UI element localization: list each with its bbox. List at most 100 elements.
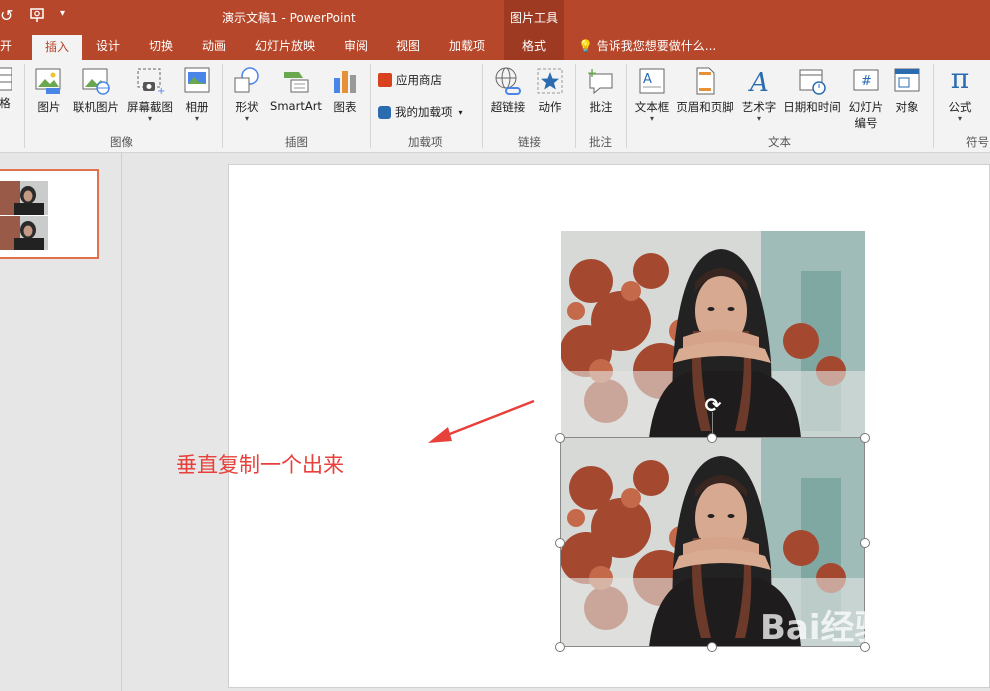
- tab-design[interactable]: 设计: [96, 34, 120, 60]
- wordart-label: 艺术字: [741, 100, 777, 114]
- tab-transitions[interactable]: 切换: [149, 34, 173, 60]
- picture-tools-label: 图片工具: [510, 11, 559, 25]
- text-group-label: 文本: [768, 135, 791, 149]
- separator: [24, 64, 25, 148]
- action-star-icon: [537, 68, 563, 94]
- resize-handle-top-left[interactable]: [555, 433, 565, 443]
- slide-thumbnail-pane: [0, 153, 122, 691]
- header-footer-label: 页眉和页脚: [676, 100, 734, 114]
- wordart-dropdown-icon: ▾: [756, 114, 761, 123]
- comments-group-label: 批注: [589, 135, 612, 149]
- pi-icon: π: [950, 62, 970, 95]
- screenshot-button[interactable]: + 屏幕截图 ▾: [124, 66, 176, 123]
- tell-me-box[interactable]: 💡 告诉我您想要做什么...: [578, 34, 716, 60]
- shapes-dropdown-icon: ▾: [244, 114, 249, 123]
- picture-icon: [35, 68, 61, 94]
- photo-album-button[interactable]: 相册 ▾: [180, 66, 214, 123]
- date-time-label: 日期和时间: [783, 100, 841, 114]
- separator: [482, 64, 483, 148]
- undo-icon[interactable]: ↺: [0, 6, 13, 26]
- tell-me-text: 告诉我您想要做什么...: [596, 39, 717, 53]
- picture-button[interactable]: 图片: [32, 66, 66, 115]
- object-button[interactable]: 对象: [890, 66, 924, 115]
- tab-addins[interactable]: 加载项: [449, 34, 485, 60]
- screenshot-label: 屏幕截图: [127, 100, 173, 114]
- ribbon-panel: 格 图片 联机图片 + 屏幕截图 ▾ 相册 ▾ 图像 形状 ▾ SmartArt…: [0, 60, 990, 153]
- table-icon: [0, 67, 12, 91]
- online-picture-button[interactable]: 联机图片: [70, 66, 122, 115]
- photo-album-icon: [184, 67, 210, 93]
- new-comment-button[interactable]: + 批注: [584, 66, 618, 115]
- tab-home[interactable]: 开始: [0, 34, 20, 77]
- separator: [933, 64, 934, 148]
- resize-handle-bottom-left[interactable]: [555, 642, 565, 652]
- smartart-button[interactable]: SmartArt: [268, 66, 324, 113]
- start-presentation-icon[interactable]: [28, 6, 46, 24]
- textbox-dropdown-icon: ▾: [649, 114, 654, 123]
- annotation-text: 垂直复制一个出来: [176, 453, 344, 477]
- resize-handle-right[interactable]: [860, 538, 870, 548]
- object-icon: [894, 68, 920, 92]
- slide-number-button[interactable]: # 幻灯片 编号: [846, 66, 886, 131]
- resize-handle-bottom[interactable]: [707, 642, 717, 652]
- addins-icon: [378, 105, 391, 119]
- svg-text:A: A: [643, 72, 652, 87]
- table-button[interactable]: 格: [0, 66, 12, 111]
- ribbon-tabs: 开始 插入 设计 切换 动画 幻灯片放映 审阅 视图 加载项 格式 💡 告诉我您…: [0, 34, 990, 77]
- textbox-button[interactable]: A 文本框 ▾: [632, 66, 672, 123]
- tab-format[interactable]: 格式: [504, 34, 564, 60]
- textbox-icon: A: [639, 68, 665, 94]
- action-button[interactable]: 动作: [533, 66, 567, 115]
- lightbulb-icon: 💡: [578, 39, 593, 53]
- equation-dropdown-icon: ▾: [957, 114, 962, 123]
- wordart-icon: A: [748, 68, 769, 96]
- resize-handle-top[interactable]: [707, 433, 717, 443]
- hyperlink-label: 超链接: [490, 100, 526, 114]
- object-label: 对象: [895, 100, 919, 114]
- online-picture-icon: [82, 68, 110, 95]
- header-footer-button[interactable]: 页眉和页脚: [674, 66, 736, 115]
- smartart-label: SmartArt: [270, 99, 322, 113]
- slide-thumbnail-1[interactable]: [0, 169, 99, 259]
- online-picture-label: 联机图片: [73, 100, 119, 114]
- action-label: 动作: [538, 100, 562, 114]
- shapes-icon: [234, 67, 259, 93]
- customize-qat-icon[interactable]: ▾: [60, 8, 65, 19]
- links-group-label: 链接: [518, 135, 541, 149]
- symbols-group-label: 符号: [966, 135, 989, 149]
- separator: [626, 64, 627, 148]
- tab-view[interactable]: 视图: [396, 34, 420, 60]
- photo-album-dropdown-icon: ▾: [194, 114, 199, 123]
- smartart-icon: [284, 72, 309, 93]
- svg-text:#: #: [861, 74, 872, 89]
- title-bar: ↺ ▾ 演示文稿1 - PowerPoint: [0, 0, 990, 34]
- store-button[interactable]: 应用商店: [378, 72, 442, 88]
- comment-icon: +: [587, 66, 613, 95]
- my-addins-button[interactable]: 我的加载项 ▾: [378, 104, 463, 120]
- hyperlink-button[interactable]: 超链接: [488, 66, 528, 115]
- my-addins-dropdown-icon: ▾: [458, 107, 463, 117]
- resize-handle-left[interactable]: [555, 538, 565, 548]
- document-title: 演示文稿1 - PowerPoint: [222, 11, 356, 25]
- resize-handle-top-right[interactable]: [860, 433, 870, 443]
- chart-icon: [334, 71, 356, 93]
- wordart-button[interactable]: A 艺术字 ▾: [740, 66, 778, 123]
- tab-insert[interactable]: 插入: [32, 35, 82, 60]
- tab-review[interactable]: 审阅: [344, 34, 368, 60]
- equation-label: 公式: [948, 100, 972, 114]
- svg-text:A: A: [748, 68, 769, 96]
- equation-button[interactable]: π 公式 ▾: [940, 62, 980, 123]
- images-group-label: 图像: [110, 135, 133, 149]
- rotate-handle-icon[interactable]: ⟳: [702, 394, 724, 416]
- thumbnail-image: [0, 181, 48, 250]
- chart-button[interactable]: 图表: [328, 66, 362, 115]
- photo-album-label: 相册: [185, 100, 209, 114]
- tab-slideshow[interactable]: 幻灯片放映: [255, 34, 315, 60]
- shapes-button[interactable]: 形状 ▾: [230, 66, 264, 123]
- slide-number-icon: #: [853, 69, 879, 91]
- annotation-arrow-icon: [428, 399, 535, 443]
- store-icon: [378, 73, 392, 87]
- calendar-clock-icon: [799, 69, 826, 95]
- date-time-button[interactable]: 日期和时间: [781, 66, 843, 115]
- tab-animations[interactable]: 动画: [202, 34, 226, 60]
